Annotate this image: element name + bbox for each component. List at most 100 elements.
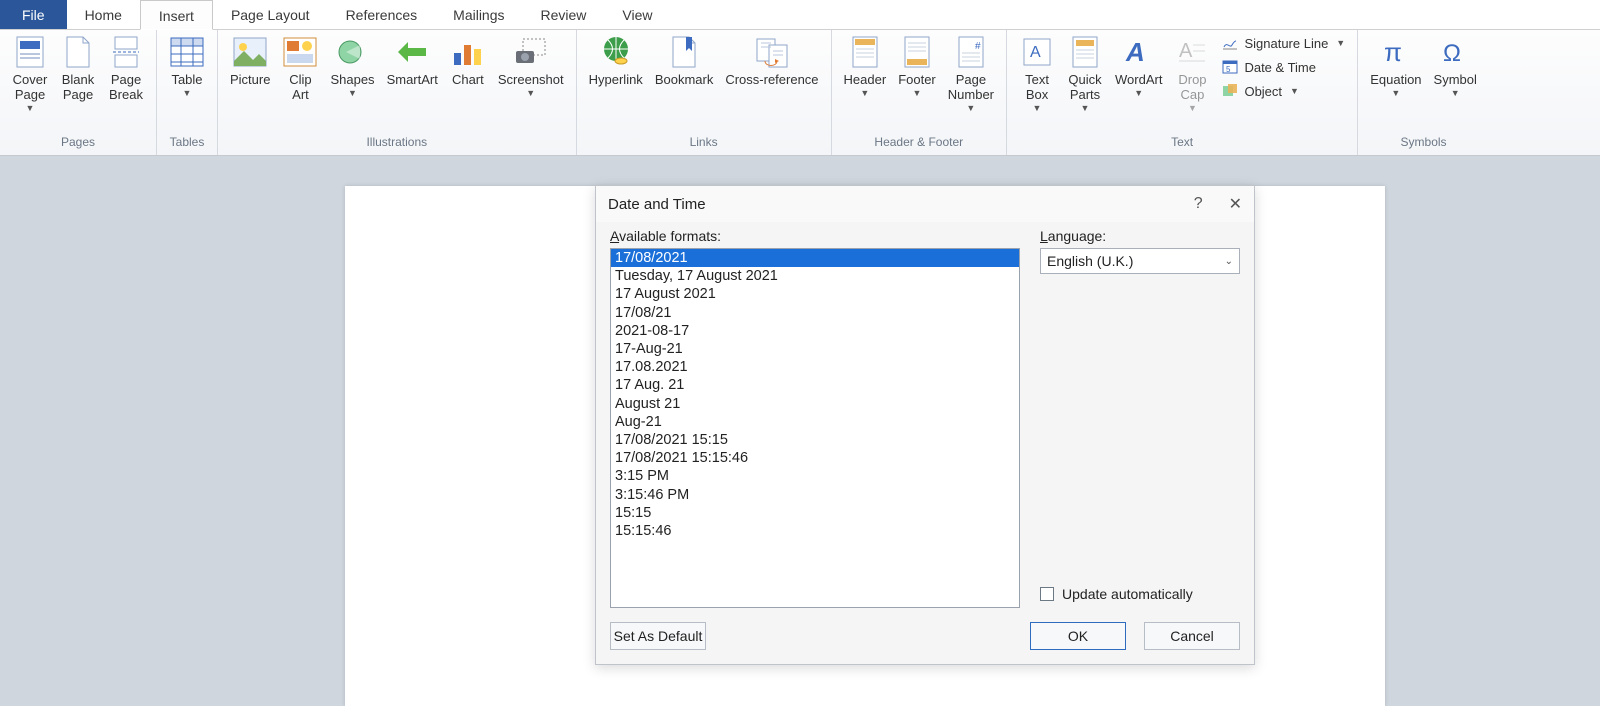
page-number-label: Page Number [948,72,994,102]
format-item[interactable]: 17/08/2021 [611,249,1019,267]
bookmark-label: Bookmark [655,72,714,87]
chart-label: Chart [452,72,484,87]
date-time-button[interactable]: 5 Date & Time [1220,58,1347,76]
chart-button[interactable]: Chart [444,32,492,87]
group-links-label: Links [583,135,825,155]
clip-art-button[interactable]: Clip Art [276,32,324,102]
tab-insert[interactable]: Insert [140,0,213,30]
chevron-down-icon: ▼ [1391,88,1400,98]
format-item[interactable]: 15:15 [611,504,1019,522]
group-text: A Text Box ▼ Quick Parts ▼ A WordArt ▼ [1007,30,1358,155]
tab-file[interactable]: File [0,0,67,29]
svg-text:A: A [1030,44,1041,61]
set-as-default-button[interactable]: Set As Default [610,622,706,650]
signature-line-label: Signature Line [1244,36,1328,51]
tab-references[interactable]: References [328,0,436,29]
tab-review[interactable]: Review [523,0,605,29]
table-icon [169,34,205,70]
screenshot-button[interactable]: Screenshot ▼ [492,32,570,98]
ribbon-tabs: File Home Insert Page Layout References … [0,0,1600,30]
format-item[interactable]: 17 Aug. 21 [611,376,1019,394]
hyperlink-icon [598,34,634,70]
shapes-button[interactable]: Shapes ▼ [324,32,380,98]
page-break-icon [108,34,144,70]
group-pages-label: Pages [6,135,150,155]
quick-parts-button[interactable]: Quick Parts ▼ [1061,32,1109,113]
dialog-titlebar: Date and Time ? ✕ [596,186,1254,222]
group-tables: Table ▼ Tables [157,30,218,155]
cancel-button[interactable]: Cancel [1144,622,1240,650]
tab-mailings[interactable]: Mailings [435,0,522,29]
header-button[interactable]: Header ▼ [838,32,893,98]
table-button[interactable]: Table ▼ [163,32,211,98]
clip-art-label: Clip Art [289,72,311,102]
cover-page-label: Cover Page [13,72,48,102]
svg-text:Ω: Ω [1443,40,1461,67]
object-button[interactable]: Object ▼ [1220,82,1347,100]
signature-line-button[interactable]: Signature Line ▼ [1220,34,1347,52]
svg-text:#: # [975,41,981,52]
format-item[interactable]: August 21 [611,395,1019,413]
chevron-down-icon: ⌄ [1225,256,1233,267]
svg-text:A: A [1125,37,1145,67]
chevron-down-icon: ▼ [1081,103,1090,113]
language-label: Language: [1040,228,1240,244]
tab-home[interactable]: Home [67,0,140,29]
chevron-down-icon: ▼ [913,88,922,98]
blank-page-button[interactable]: Blank Page [54,32,102,102]
available-formats-label: Available formats: [610,228,1020,244]
blank-page-icon [60,34,96,70]
equation-button[interactable]: π Equation ▼ [1364,32,1427,98]
cross-reference-icon [754,34,790,70]
group-header-footer: Header ▼ Footer ▼ # Page Number ▼ Header… [832,30,1007,155]
format-item[interactable]: 17.08.2021 [611,358,1019,376]
symbol-icon: Ω [1437,34,1473,70]
available-formats-listbox[interactable]: 17/08/2021Tuesday, 17 August 202117 Augu… [610,248,1020,608]
format-item[interactable]: 17-Aug-21 [611,340,1019,358]
group-illustrations: Picture Clip Art Shapes ▼ SmartArt [218,30,577,155]
format-item[interactable]: 17/08/2021 15:15 [611,431,1019,449]
signature-icon [1222,35,1238,51]
wordart-icon: A [1121,34,1157,70]
format-item[interactable]: 15:15:46 [611,522,1019,540]
language-dropdown[interactable]: English (U.K.) ⌄ [1040,248,1240,274]
footer-button[interactable]: Footer ▼ [892,32,942,98]
object-icon [1222,83,1238,99]
symbol-label: Symbol [1434,72,1477,87]
checkbox-icon [1040,587,1054,601]
format-item[interactable]: 2021-08-17 [611,322,1019,340]
format-item[interactable]: 3:15 PM [611,467,1019,485]
format-item[interactable]: 3:15:46 PM [611,486,1019,504]
smartart-icon [394,34,430,70]
tab-page-layout[interactable]: Page Layout [213,0,328,29]
ok-button[interactable]: OK [1030,622,1126,650]
page-break-button[interactable]: Page Break [102,32,150,102]
group-header-footer-label: Header & Footer [838,135,1000,155]
bookmark-button[interactable]: Bookmark [649,32,720,87]
page-number-button[interactable]: # Page Number ▼ [942,32,1000,113]
cover-page-icon [12,34,48,70]
text-box-label: Text Box [1025,72,1049,102]
format-item[interactable]: 17/08/2021 15:15:46 [611,449,1019,467]
format-item[interactable]: Tuesday, 17 August 2021 [611,267,1019,285]
update-automatically-checkbox[interactable]: Update automatically [1040,586,1240,602]
cross-reference-button[interactable]: Cross-reference [719,32,824,87]
smartart-button[interactable]: SmartArt [381,32,444,87]
tab-view[interactable]: View [604,0,670,29]
cover-page-button[interactable]: Cover Page ▼ [6,32,54,113]
picture-button[interactable]: Picture [224,32,276,87]
shapes-label: Shapes [330,72,374,87]
format-item[interactable]: Aug-21 [611,413,1019,431]
symbol-button[interactable]: Ω Symbol ▼ [1428,32,1483,98]
drop-cap-button[interactable]: A Drop Cap ▼ [1168,32,1216,113]
hyperlink-button[interactable]: Hyperlink [583,32,649,87]
close-icon[interactable]: ✕ [1229,194,1242,214]
drop-cap-icon: A [1174,34,1210,70]
date-time-icon: 5 [1222,59,1238,75]
wordart-button[interactable]: A WordArt ▼ [1109,32,1168,98]
text-box-button[interactable]: A Text Box ▼ [1013,32,1061,113]
format-item[interactable]: 17 August 2021 [611,285,1019,303]
quick-parts-icon [1067,34,1103,70]
format-item[interactable]: 17/08/21 [611,304,1019,322]
help-icon[interactable]: ? [1194,195,1203,213]
